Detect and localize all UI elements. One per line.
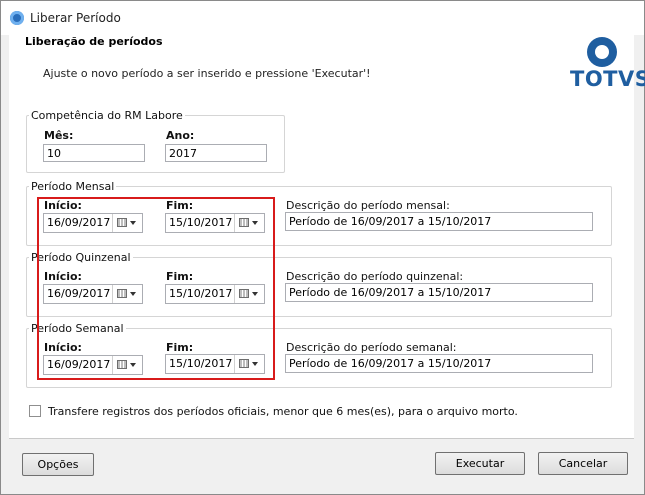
periodo-mensal-legend: Período Mensal (31, 180, 115, 193)
ano-input[interactable] (165, 144, 267, 162)
quinzenal-fim-label: Fim: (166, 270, 194, 283)
semanal-fim-date[interactable]: 15/10/2017 (165, 354, 265, 374)
chevron-down-icon[interactable] (130, 292, 136, 296)
mensal-inicio-label: Início: (44, 199, 82, 212)
date-separator (234, 355, 235, 373)
cancelar-button[interactable]: Cancelar (538, 452, 628, 475)
calendar-icon[interactable] (117, 289, 127, 298)
chevron-down-icon[interactable] (252, 292, 258, 296)
semanal-descricao-input[interactable] (285, 354, 593, 373)
semanal-fim-label: Fim: (166, 341, 194, 354)
mensal-descricao-input[interactable] (285, 212, 593, 231)
quinzenal-fim-date[interactable]: 15/10/2017 (165, 284, 265, 304)
opcoes-button[interactable]: Opções (22, 453, 94, 476)
calendar-icon[interactable] (117, 360, 127, 369)
mensal-fim-date[interactable]: 15/10/2017 (165, 213, 265, 233)
calendar-icon[interactable] (239, 359, 249, 368)
date-separator (112, 356, 113, 374)
title-bar[interactable]: Liberar Período (1, 1, 644, 35)
totvs-logo-text: TOTVS (570, 67, 645, 91)
periodo-quinzenal-legend: Período Quinzenal (31, 251, 131, 264)
date-separator (234, 214, 235, 232)
date-separator (112, 285, 113, 303)
chevron-down-icon[interactable] (130, 221, 136, 225)
arquivo-morto-checkbox[interactable] (29, 405, 41, 417)
chevron-down-icon[interactable] (252, 362, 258, 366)
semanal-fim-value: 15/10/2017 (169, 357, 233, 370)
executar-button[interactable]: Executar (435, 452, 525, 475)
mensal-fim-label: Fim: (166, 199, 194, 212)
calendar-icon[interactable] (117, 218, 127, 227)
semanal-descricao-label: Descrição do período semanal: (286, 341, 457, 354)
header-title: Liberação de períodos (25, 35, 163, 48)
date-separator (112, 214, 113, 232)
quinzenal-inicio-label: Início: (44, 270, 82, 283)
totvs-logo-icon (587, 37, 617, 67)
calendar-icon[interactable] (239, 289, 249, 298)
mensal-fim-value: 15/10/2017 (169, 216, 233, 229)
quinzenal-fim-value: 15/10/2017 (169, 287, 233, 300)
date-separator (234, 285, 235, 303)
quinzenal-descricao-label: Descrição do período quinzenal: (286, 270, 464, 283)
semanal-inicio-date[interactable]: 16/09/2017 (43, 355, 143, 375)
window-title: Liberar Período (30, 11, 121, 25)
dialog-header: Liberação de períodos Ajuste o novo perí… (9, 35, 645, 94)
dialog-content: Competência do RM Labore Mês: Ano: Perío… (9, 93, 634, 439)
chevron-down-icon[interactable] (130, 363, 136, 367)
competencia-legend: Competência do RM Labore (31, 109, 183, 122)
mensal-inicio-date[interactable]: 16/09/2017 (43, 213, 143, 233)
mes-label: Mês: (44, 129, 74, 142)
chevron-down-icon[interactable] (252, 221, 258, 225)
semanal-inicio-value: 16/09/2017 (47, 358, 111, 371)
arquivo-morto-label[interactable]: Transfere registros dos períodos oficiai… (48, 405, 518, 418)
quinzenal-inicio-date[interactable]: 16/09/2017 (43, 284, 143, 304)
mensal-inicio-value: 16/09/2017 (47, 216, 111, 229)
header-subtitle: Ajuste o novo período a ser inserido e p… (43, 67, 371, 80)
quinzenal-descricao-input[interactable] (285, 283, 593, 302)
periodo-semanal-legend: Período Semanal (31, 322, 124, 335)
semanal-inicio-label: Início: (44, 341, 82, 354)
quinzenal-inicio-value: 16/09/2017 (47, 287, 111, 300)
calendar-icon[interactable] (239, 218, 249, 227)
mensal-descricao-label: Descrição do período mensal: (286, 199, 450, 212)
app-icon (10, 11, 24, 25)
liberar-periodo-dialog: Liberar Período Liberação de períodos Aj… (0, 0, 645, 495)
ano-label: Ano: (166, 129, 195, 142)
mes-input[interactable] (43, 144, 145, 162)
